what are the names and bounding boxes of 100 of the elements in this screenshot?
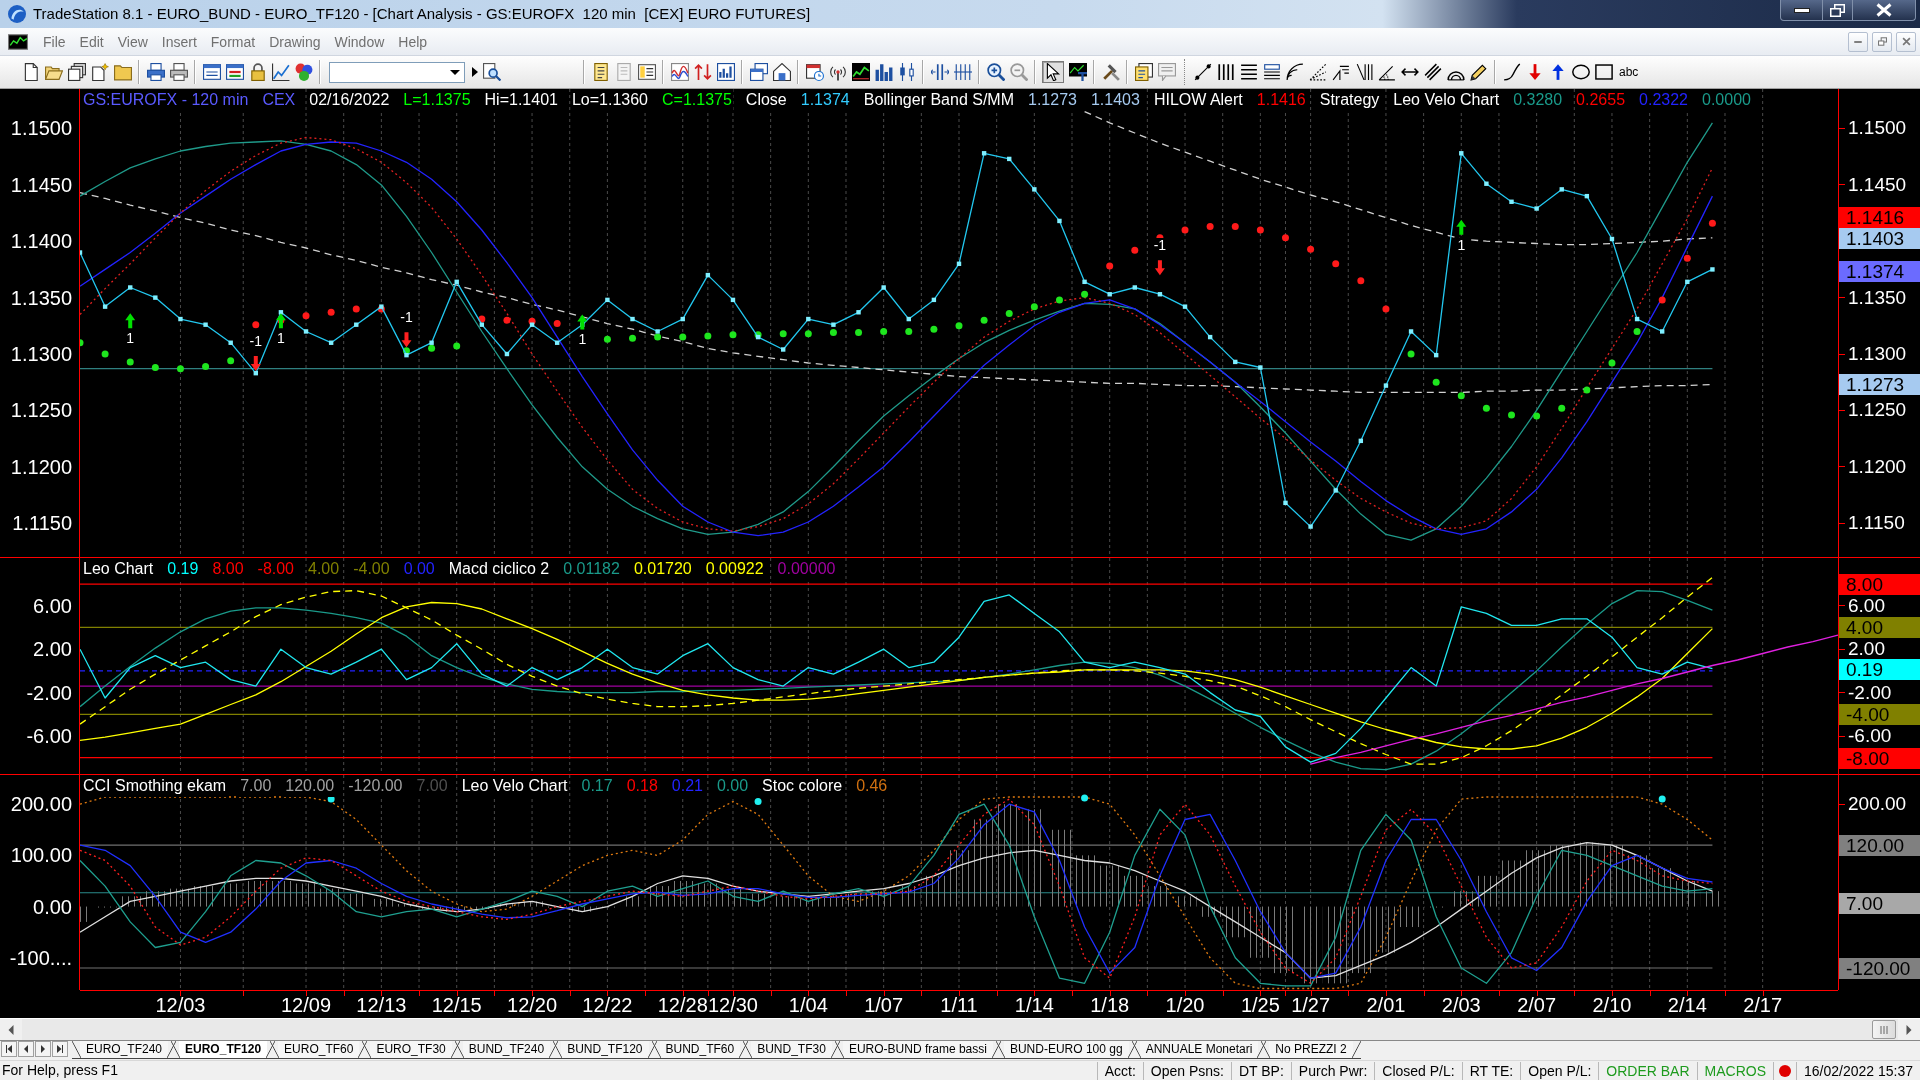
axis-label: 2.00 (33, 638, 72, 661)
legend-text: 0.19 (166, 558, 200, 580)
date-label: 2/14 (1667, 993, 1707, 1017)
date-label: 12/15 (431, 993, 482, 1017)
date-label: 1/04 (788, 993, 828, 1017)
date-label: 2/01 (1366, 993, 1406, 1017)
axis-value-tag: 1.1374 (1839, 260, 1920, 282)
legend-text: 0.00922 (704, 558, 765, 580)
axis-value-tag: -120.00 (1839, 958, 1920, 979)
legend-text: -4.00 (352, 558, 391, 580)
axis-label: 100.00 (10, 844, 72, 867)
axis-label: 200.00 (10, 793, 72, 816)
date-label: 1/07 (864, 993, 904, 1017)
date-label: 1/11 (940, 993, 978, 1017)
legend-text: 0.2322 (1638, 89, 1689, 111)
status-panel: Open P/L: (1520, 1061, 1599, 1080)
status-panel: Purch Pwr: (1290, 1061, 1375, 1080)
legend-text: Leo Velo Chart (460, 775, 569, 797)
legend-text: C=1.1375 (661, 89, 733, 111)
legend-text: 1.1273 (1027, 89, 1078, 111)
axis-value-tag: -8.00 (1839, 747, 1920, 769)
status-panel: Acct: (1096, 1061, 1143, 1080)
legend-text: 0.17 (580, 775, 614, 797)
axis-label: 1.1150 (12, 512, 72, 535)
legend-text: Close (744, 89, 788, 111)
legend-text: 8.00 (211, 558, 245, 580)
legend-text: 02/16/2022 (308, 89, 391, 111)
legend-text: 0.00000 (776, 558, 837, 580)
axis-label: 1.1450 (10, 173, 72, 196)
axis-label: -100.... (9, 946, 72, 969)
axis-value-tag: 0.19 (1839, 658, 1920, 680)
legend-text: 1.1374 (799, 89, 851, 111)
axis-label: -2.00 (26, 681, 72, 704)
status-text: For Help, press F1 (1, 1061, 119, 1080)
axis-value-tag: 1.1403 (1839, 227, 1920, 249)
legend-text: 0.00 (402, 558, 436, 580)
legend-text: -120.00 (347, 775, 404, 797)
date-label: 12/28 (657, 993, 708, 1017)
axis-value-tag: -4.00 (1839, 704, 1920, 726)
axis-label: 1.1300 (10, 343, 72, 365)
legend-text: 1.1403 (1089, 89, 1141, 111)
legend-text: 120.00 (284, 775, 336, 797)
date-label: 2/17 (1743, 993, 1783, 1017)
date-label: 12/22 (582, 993, 633, 1017)
legend-text: GS:EUROFX - 120 min (82, 89, 250, 111)
date-label: 12/30 (707, 993, 758, 1017)
axis-label: 6.00 (33, 594, 72, 617)
date-label: 1/20 (1165, 993, 1205, 1017)
status-panel: RT TE: (1461, 1061, 1521, 1080)
legend-text: 0.01720 (632, 558, 693, 580)
legend-text: 7.00 (415, 775, 449, 797)
status-panel: Open Psns: (1142, 1061, 1231, 1080)
legend-text: 0.2655 (1575, 89, 1627, 111)
legend-text: HILOW Alert (1152, 89, 1244, 111)
legend-text: 0.0000 (1701, 89, 1752, 111)
window-title: TradeStation 8.1 - EURO_BUND - EURO_TF120 - [Chart Analysis - GS:EUROFX 120 min [CEX] EURO FUTURES] (33, 3, 811, 24)
axis-value-tag: 7.00 (1839, 892, 1920, 914)
legend-text: Stoc colore (761, 775, 844, 797)
legend-text: 7.00 (239, 775, 273, 797)
legend-text: 0.18 (625, 775, 659, 797)
date-label: 2/10 (1592, 993, 1632, 1017)
date-label: 1/27 (1291, 993, 1331, 1017)
legend-text: 0.00 (715, 775, 750, 797)
axis-value-tag: 120.00 (1839, 835, 1920, 857)
axis-label: 1.1350 (10, 286, 72, 309)
legend-text: Leo Velo Chart (1392, 89, 1501, 111)
legend-text: L=1.1375 (402, 89, 472, 111)
status-panel: MACROS (1696, 1061, 1773, 1080)
date-label: 1/18 (1090, 993, 1130, 1017)
date-label: 2/07 (1517, 993, 1557, 1017)
axis-value-tag: 4.00 (1839, 617, 1920, 639)
legend-text: 0.46 (855, 775, 889, 797)
legend-text: Strategy (1318, 89, 1381, 111)
legend-text: 0.21 (670, 775, 704, 797)
date-label: 12/13 (356, 993, 407, 1017)
axis-value-tag: 1.1416 (1839, 206, 1920, 228)
axis-label: 1.1400 (10, 230, 72, 253)
legend-text: Macd ciclico 2 (447, 558, 551, 580)
legend-text: CCI Smothing ekam (82, 775, 228, 797)
date-label: 12/20 (507, 993, 558, 1017)
legend-text: 0.01182 (562, 558, 621, 580)
date-label: 2/03 (1441, 993, 1481, 1017)
axis-label: 0.00 (33, 895, 72, 918)
date-label: 12/03 (155, 993, 206, 1017)
date-label: 1/25 (1240, 993, 1280, 1017)
status-panel: ORDER BAR (1598, 1061, 1697, 1080)
signal-label: 1 (1455, 237, 1468, 253)
status-panel: DT BP: (1230, 1061, 1291, 1080)
legend-text: 1.1416 (1255, 89, 1307, 111)
legend-text: 0.3280 (1512, 89, 1564, 111)
axis-label: 1.1250 (10, 399, 72, 422)
legend-text: Hi=1.1401 (483, 89, 559, 111)
date-label: 1/14 (1014, 993, 1054, 1017)
legend-text: Bollinger Band S/MM (862, 89, 1015, 111)
date-label: 12/09 (281, 993, 332, 1017)
axis-value-tag: 8.00 (1839, 574, 1920, 596)
axis-label: -6.00 (26, 725, 72, 747)
status-panel: 16/02/2022 15:37 (1796, 1061, 1920, 1080)
axis-label: 1.1500 (10, 117, 72, 140)
axis-value-tag: 1.1273 (1839, 374, 1920, 396)
